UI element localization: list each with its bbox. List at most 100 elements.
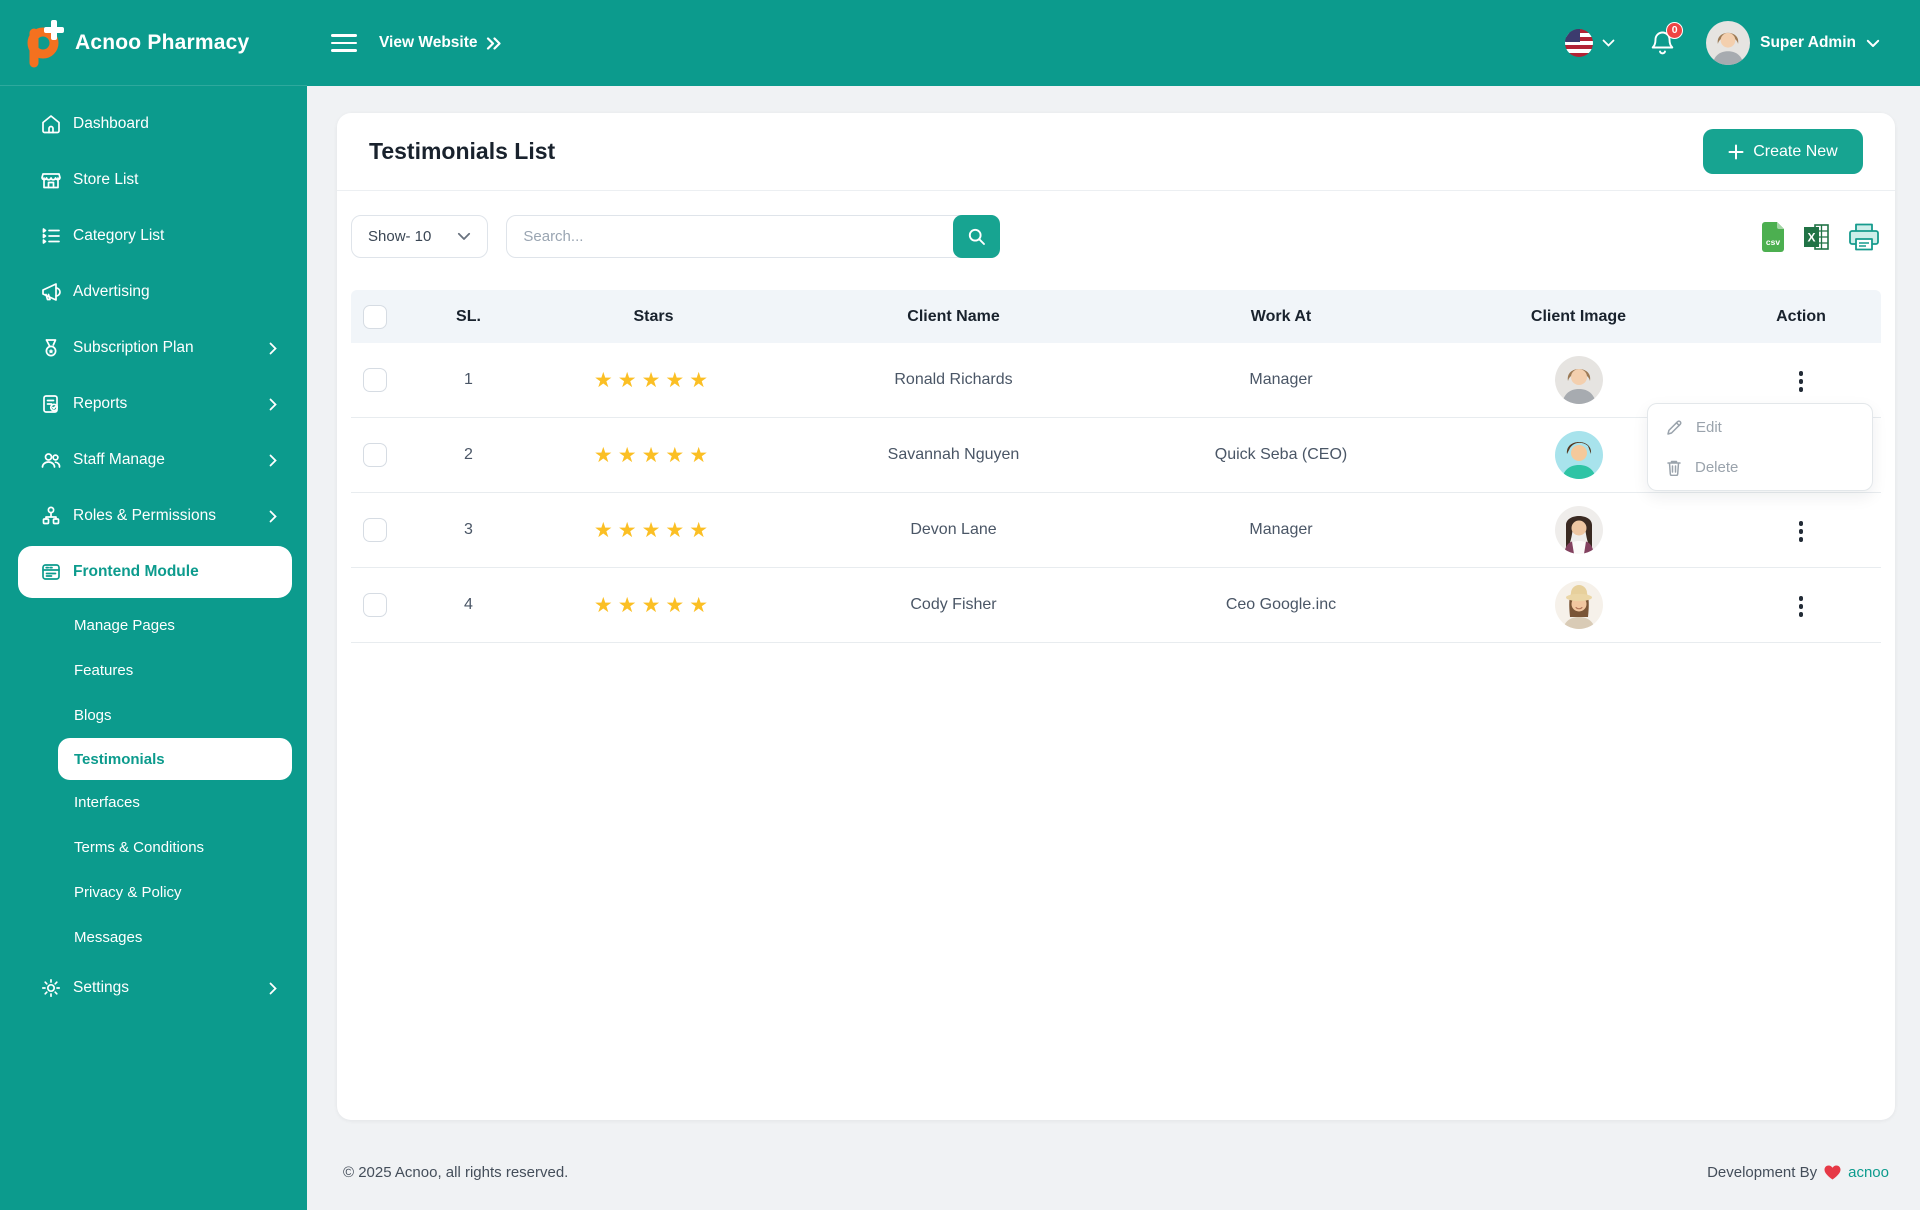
print-button[interactable] <box>1847 222 1881 252</box>
trash-icon <box>1666 459 1682 476</box>
create-new-label: Create New <box>1753 143 1837 161</box>
view-website-link[interactable]: View Website <box>379 34 502 52</box>
plus-icon <box>1728 144 1744 160</box>
row-checkbox[interactable] <box>363 593 387 617</box>
sidebar-item-label: Subscription Plan <box>73 339 194 357</box>
user-avatar <box>1706 21 1750 65</box>
sidebar-item-category-list[interactable]: Category List <box>0 208 307 264</box>
sidebar-subitem-interfaces[interactable]: Interfaces <box>0 780 307 825</box>
sidebar-item-dashboard[interactable]: Dashboard <box>0 96 307 152</box>
sidebar-item-label: Staff Manage <box>73 451 165 469</box>
sidebar-item-label: Store List <box>73 171 138 189</box>
sidebar-subitem-label: Manage Pages <box>74 617 175 634</box>
star-rating: ★★★★★ <box>526 368 781 393</box>
search-input[interactable] <box>506 215 1000 258</box>
home-icon <box>40 113 62 135</box>
us-flag-icon <box>1565 29 1593 57</box>
svg-text:X: X <box>1807 230 1815 244</box>
context-menu-edit[interactable]: Edit <box>1648 407 1872 447</box>
column-header-client-image: Client Image <box>1436 308 1721 326</box>
page-title: Testimonials List <box>369 138 555 165</box>
sidebar-subitem-label: Messages <box>74 929 142 946</box>
sidebar-subitem-label: Privacy & Policy <box>74 884 182 901</box>
cell-client-name: Cody Fisher <box>781 596 1126 614</box>
client-avatar <box>1555 356 1603 404</box>
cell-sl: 2 <box>411 446 526 464</box>
notifications-button[interactable]: 0 <box>1649 29 1676 58</box>
copyright-text: © 2025 Acnoo, all rights reserved. <box>343 1164 568 1181</box>
create-new-button[interactable]: Create New <box>1703 129 1863 174</box>
sidebar-subitem-messages[interactable]: Messages <box>0 915 307 960</box>
language-selector[interactable] <box>1565 29 1615 57</box>
chevron-right-icon <box>269 398 277 411</box>
search-icon <box>967 227 986 246</box>
sidebar-item-staff-manage[interactable]: Staff Manage <box>0 432 307 488</box>
table-row: 4 ★★★★★ Cody Fisher Ceo Google.inc <box>351 568 1881 643</box>
row-actions-kebab-button[interactable] <box>1793 365 1810 398</box>
row-checkbox[interactable] <box>363 368 387 392</box>
table-header-row: SL. Stars Client Name Work At Client Ima… <box>351 290 1881 343</box>
developer-brand-link[interactable]: acnoo <box>1848 1164 1889 1181</box>
row-actions-context-menu: Edit Delete <box>1647 403 1873 491</box>
star-rating: ★★★★★ <box>526 443 781 468</box>
sidebar-item-roles-permissions[interactable]: Roles & Permissions <box>0 488 307 544</box>
svg-text:csv: csv <box>1766 237 1780 247</box>
sidebar-item-reports[interactable]: Reports <box>0 376 307 432</box>
context-menu-delete[interactable]: Delete <box>1648 447 1872 487</box>
sidebar-subitem-label: Blogs <box>74 707 112 724</box>
sidebar-item-advertising[interactable]: Advertising <box>0 264 307 320</box>
chevron-down-icon <box>457 232 471 241</box>
brand-logo[interactable]: Acnoo Pharmacy <box>0 0 307 86</box>
report-icon <box>40 393 62 415</box>
column-header-sl: SL. <box>411 308 526 326</box>
sidebar: Acnoo Pharmacy Dashboard Store List Cate… <box>0 0 307 1210</box>
export-csv-button[interactable]: csv <box>1759 221 1787 253</box>
sidebar-item-store-list[interactable]: Store List <box>0 152 307 208</box>
brand-name: Acnoo Pharmacy <box>75 31 249 55</box>
row-checkbox[interactable] <box>363 443 387 467</box>
sidebar-subitem-testimonials[interactable]: Testimonials <box>58 738 292 780</box>
sidebar-subitem-privacy-policy[interactable]: Privacy & Policy <box>0 870 307 915</box>
sidebar-subitem-features[interactable]: Features <box>0 648 307 693</box>
search-button[interactable] <box>953 215 1000 258</box>
context-menu-edit-label: Edit <box>1696 419 1722 436</box>
cell-work-at: Quick Seba (CEO) <box>1126 446 1436 464</box>
table-row: 3 ★★★★★ Devon Lane Manager <box>351 493 1881 568</box>
roles-icon <box>40 505 62 527</box>
cell-client-name: Ronald Richards <box>781 371 1126 389</box>
sidebar-subitem-label: Features <box>74 662 133 679</box>
row-actions-kebab-button[interactable] <box>1793 590 1810 623</box>
sidebar-subitem-manage-pages[interactable]: Manage Pages <box>0 603 307 648</box>
hamburger-menu-icon[interactable] <box>331 34 357 52</box>
megaphone-icon <box>40 281 62 303</box>
chevron-right-icon <box>269 342 277 355</box>
chevron-right-icon <box>269 454 277 467</box>
sidebar-subitem-blogs[interactable]: Blogs <box>0 693 307 738</box>
show-entries-select[interactable]: Show- 10 <box>351 215 488 258</box>
frontend-module-icon <box>40 561 62 583</box>
cell-sl: 3 <box>411 521 526 539</box>
sidebar-item-subscription-plan[interactable]: Subscription Plan <box>0 320 307 376</box>
chevron-right-icon <box>269 982 277 995</box>
sidebar-item-label: Dashboard <box>73 115 149 133</box>
select-all-checkbox[interactable] <box>363 305 387 329</box>
cell-client-name: Savannah Nguyen <box>781 446 1126 464</box>
show-entries-value: Show- 10 <box>368 228 431 245</box>
sidebar-subitem-terms-conditions[interactable]: Terms & Conditions <box>0 825 307 870</box>
sidebar-item-frontend-module[interactable]: Frontend Module <box>18 546 292 598</box>
view-website-label: View Website <box>379 34 478 52</box>
sidebar-item-label: Advertising <box>73 283 150 301</box>
user-menu[interactable]: Super Admin <box>1706 21 1880 65</box>
export-excel-button[interactable]: X <box>1802 222 1832 252</box>
sidebar-item-label: Reports <box>73 395 127 413</box>
row-actions-kebab-button[interactable] <box>1793 515 1810 548</box>
sidebar-item-label: Roles & Permissions <box>73 507 216 525</box>
sidebar-item-settings[interactable]: Settings <box>0 960 307 1016</box>
star-rating: ★★★★★ <box>526 593 781 618</box>
client-avatar <box>1555 506 1603 554</box>
row-checkbox[interactable] <box>363 518 387 542</box>
sidebar-item-label: Category List <box>73 227 164 245</box>
sidebar-menu: Dashboard Store List Category List Adver… <box>0 86 307 1016</box>
context-menu-delete-label: Delete <box>1695 459 1738 476</box>
cell-sl: 1 <box>411 371 526 389</box>
